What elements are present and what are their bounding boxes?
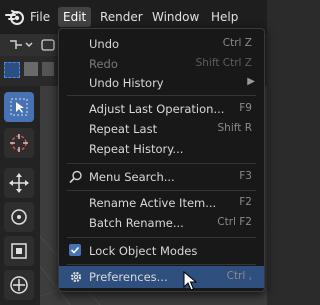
undo-label: Undo <box>89 37 120 51</box>
menu-file[interactable]: File <box>30 9 50 25</box>
menu-help[interactable]: Help <box>211 9 238 25</box>
preferences-label: Preferences... <box>89 270 168 284</box>
scale-icon <box>11 243 27 259</box>
menu-item-adjust-last[interactable]: Adjust Last Operation... F9 <box>59 98 264 120</box>
transform-tool[interactable] <box>4 270 34 300</box>
toolbar <box>0 86 40 305</box>
redo-shortcut: Shift Ctrl Z <box>195 57 252 69</box>
redo-label: Redo <box>89 57 118 71</box>
adjust-last-label: Adjust Last Operation... <box>89 102 225 116</box>
menu-separator <box>67 237 256 238</box>
menu-edit[interactable]: Edit <box>58 7 92 27</box>
gear-icon <box>70 271 82 283</box>
menu-search-shortcut: F3 <box>239 170 252 182</box>
menu-item-repeat-last[interactable]: Repeat Last Shift R <box>59 118 264 140</box>
editor-header <box>0 34 58 56</box>
adjust-last-shortcut: F9 <box>239 102 252 114</box>
rotate-icon <box>11 209 27 225</box>
3d-cursor-icon <box>10 134 28 152</box>
transform-icon <box>10 276 28 294</box>
cursor-select-icon <box>10 98 28 116</box>
checkmark-icon <box>70 246 80 254</box>
menu-item-lock-object-modes[interactable]: Lock Object Modes <box>59 240 264 262</box>
repeat-last-shortcut: Shift R <box>217 122 253 134</box>
select-extend-icon[interactable] <box>24 62 38 76</box>
menu-window[interactable]: Window <box>152 9 199 25</box>
select-box-tool[interactable] <box>4 92 34 122</box>
transform-pivot-icon[interactable] <box>8 37 34 53</box>
batch-rename-label: Batch Rename... <box>89 216 184 230</box>
menu-item-preferences[interactable]: Preferences... Ctrl , <box>59 266 264 288</box>
lock-modes-checkbox[interactable] <box>69 244 81 256</box>
rename-active-label: Rename Active Item... <box>89 196 217 210</box>
undo-shortcut: Ctrl Z <box>222 37 252 49</box>
selection-mode-bar <box>0 56 58 86</box>
menu-search-label: Menu Search... <box>89 170 175 184</box>
select-new-icon[interactable] <box>4 62 20 78</box>
edit-menu-dropdown: Undo Ctrl Z Redo Shift Ctrl Z Undo Histo… <box>58 28 265 292</box>
undo-history-label: Undo History <box>89 76 164 90</box>
menu-separator <box>67 190 256 191</box>
menu-render[interactable]: Render <box>100 9 143 25</box>
submenu-arrow-icon: ▶ <box>247 76 255 87</box>
move-tool[interactable] <box>4 168 34 198</box>
select-subtract-icon[interactable] <box>42 62 54 76</box>
mouse-pointer-icon <box>183 271 197 291</box>
menu-separator <box>67 95 256 96</box>
menu-item-undo-history[interactable]: Undo History ▶ <box>59 72 264 94</box>
menu-item-rename-active[interactable]: Rename Active Item... F2 <box>59 192 264 214</box>
rename-active-shortcut: F2 <box>239 196 252 208</box>
menu-separator <box>67 163 256 164</box>
blender-logo-icon[interactable] <box>4 6 26 28</box>
rotate-tool[interactable] <box>4 202 34 232</box>
move-arrows-icon <box>9 173 29 193</box>
menu-separator <box>67 264 256 265</box>
cursor-tool[interactable] <box>4 128 34 158</box>
menu-item-batch-rename[interactable]: Batch Rename... Ctrl F2 <box>59 212 264 234</box>
menu-item-undo[interactable]: Undo Ctrl Z <box>59 33 264 55</box>
snap-icon[interactable] <box>40 37 56 53</box>
menu-item-menu-search[interactable]: Menu Search... F3 <box>59 166 264 188</box>
menu-item-repeat-history[interactable]: Repeat History... <box>59 138 264 160</box>
lock-modes-label: Lock Object Modes <box>89 244 198 258</box>
search-icon <box>69 170 82 184</box>
repeat-history-label: Repeat History... <box>89 142 184 156</box>
preferences-shortcut: Ctrl , <box>226 270 252 282</box>
batch-rename-shortcut: Ctrl F2 <box>217 216 252 228</box>
repeat-last-label: Repeat Last <box>89 122 158 136</box>
scale-tool[interactable] <box>4 236 34 266</box>
